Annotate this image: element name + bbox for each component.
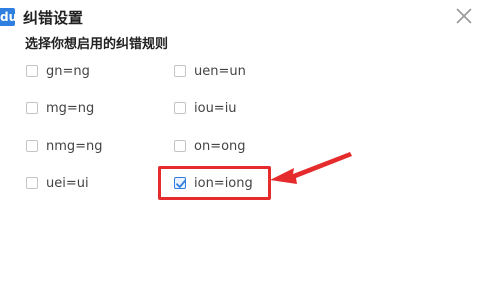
option-gn-ng[interactable]: gn=ng [26,61,90,81]
option-label: uei=ui [46,175,89,191]
checkbox-uei-ui[interactable] [26,177,38,189]
option-label: iou=iu [194,100,237,116]
settings-dialog: du 纠错设置 选择你想启用的纠错规则 gn=ng mg=ng nmg=ng u… [0,0,496,287]
title-bar: du 纠错设置 [0,0,496,34]
option-nmg-ng[interactable]: nmg=ng [26,136,103,156]
checkbox-iou-iu[interactable] [174,102,186,114]
annotation-arrow-icon [270,152,352,184]
option-on-ong[interactable]: on=ong [174,136,246,156]
option-uen-un[interactable]: uen=un [174,61,246,81]
checkbox-gn-ng[interactable] [26,65,38,77]
option-mg-ng[interactable]: mg=ng [26,98,94,118]
checkbox-nmg-ng[interactable] [26,140,38,152]
app-logo-icon: du [0,8,18,26]
option-label: on=ong [194,138,246,154]
option-label: uen=un [194,63,246,79]
option-uei-ui[interactable]: uei=ui [26,173,89,193]
option-label: mg=ng [46,100,95,116]
close-icon [456,8,472,24]
checkbox-on-ong[interactable] [174,140,186,152]
checkbox-uen-un[interactable] [174,65,186,77]
annotation-highlight-box [158,166,271,200]
dialog-title: 纠错设置 [23,9,84,27]
checkbox-mg-ng[interactable] [26,102,38,114]
option-label: gn=ng [46,63,90,79]
close-button[interactable] [453,5,475,27]
option-iou-iu[interactable]: iou=iu [174,98,237,118]
instruction-text: 选择你想启用的纠错规则 [25,37,169,52]
option-label: nmg=ng [46,138,103,154]
